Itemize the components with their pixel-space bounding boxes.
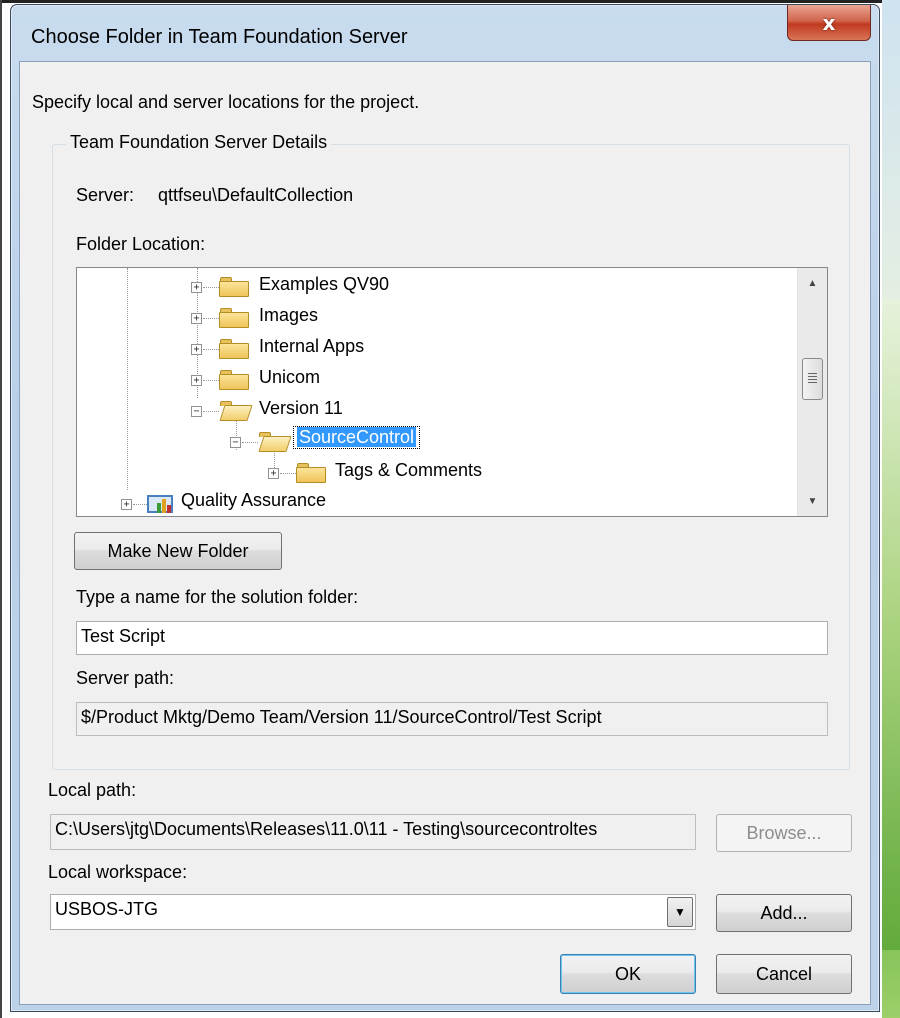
team-project-icon (147, 493, 175, 515)
expand-toggle[interactable]: + (191, 282, 202, 293)
open-folder-icon (258, 432, 292, 452)
folder-icon (296, 463, 326, 483)
folder-icon (219, 370, 249, 390)
background-edge-left (0, 0, 2, 1018)
expand-toggle[interactable]: + (121, 499, 132, 510)
scroll-down-arrow-icon[interactable]: ▼ (798, 486, 827, 516)
selected-item-text: SourceControl (297, 427, 417, 447)
tree-item-images[interactable]: Images (259, 305, 318, 326)
solution-folder-input[interactable]: Test Script (76, 621, 828, 655)
expand-toggle[interactable]: + (191, 375, 202, 386)
server-path-label: Server path: (76, 668, 175, 688)
dialog-title: Choose Folder in Team Foundation Server (31, 26, 408, 48)
scroll-thumb[interactable] (802, 358, 823, 400)
tree-item-internal-apps[interactable]: Internal Apps (259, 336, 364, 357)
server-path-field: $/Product Mktg/Demo Team/Version 11/Sour… (76, 702, 828, 736)
instructions-text: Specify local and server locations for t… (32, 92, 420, 112)
server-value: qttfseu\DefaultCollection (158, 185, 354, 205)
local-workspace-select[interactable]: USBOS-JTG ▼ (50, 894, 696, 930)
tree-item-unicom[interactable]: Unicom (259, 367, 320, 388)
folder-icon (219, 308, 249, 328)
tree-item-tags-comments[interactable]: Tags & Comments (335, 460, 482, 481)
collapse-toggle[interactable]: − (191, 406, 202, 417)
folder-icon (219, 277, 249, 297)
grip-icon (808, 373, 817, 385)
desktop-background (882, 0, 900, 1018)
close-icon: x (822, 10, 836, 35)
title-bar[interactable]: Choose Folder in Team Foundation Server … (11, 5, 879, 61)
close-button[interactable]: x (787, 5, 871, 41)
dialog-client-area: Specify local and server locations for t… (19, 61, 871, 1005)
local-workspace-value: USBOS-JTG (55, 899, 159, 919)
tree-item-examples-qv90[interactable]: Examples QV90 (259, 274, 389, 295)
server-label: Server: (76, 185, 135, 205)
solution-folder-label: Type a name for the solution folder: (76, 587, 359, 607)
scroll-up-arrow-icon[interactable]: ▲ (798, 268, 827, 298)
choose-folder-dialog: Choose Folder in Team Foundation Server … (10, 4, 880, 1012)
local-path-field: C:\Users\jtg\Documents\Releases\11.0\11 … (50, 814, 696, 850)
folder-icon (219, 339, 249, 359)
open-folder-icon (219, 401, 253, 421)
tree-vertical-scrollbar[interactable]: ▲ ▼ (797, 268, 827, 516)
tree-item-sourcecontrol[interactable]: SourceControl (293, 426, 421, 449)
cancel-button[interactable]: Cancel (716, 954, 852, 994)
tfs-details-group-title: Team Foundation Server Details (66, 132, 332, 153)
expand-toggle[interactable]: + (191, 313, 202, 324)
tree-item-quality-assurance[interactable]: Quality Assurance (181, 490, 326, 511)
tree-guide-line (127, 268, 128, 490)
add-workspace-button[interactable]: Add... (716, 894, 852, 932)
local-workspace-label: Local workspace: (48, 862, 188, 882)
background-edge-top (0, 0, 900, 3)
browse-button[interactable]: Browse... (716, 814, 852, 852)
folder-tree[interactable]: + Examples QV90 + Images + Internal Apps… (76, 267, 828, 517)
ok-button[interactable]: OK (560, 954, 696, 994)
expand-toggle[interactable]: + (268, 468, 279, 479)
make-new-folder-button[interactable]: Make New Folder (74, 532, 282, 570)
tree-item-version-11[interactable]: Version 11 (259, 398, 343, 419)
collapse-toggle[interactable]: − (230, 437, 241, 448)
expand-toggle[interactable]: + (191, 344, 202, 355)
local-path-label: Local path: (48, 780, 137, 800)
chevron-down-icon[interactable]: ▼ (667, 897, 693, 927)
folder-location-label: Folder Location: (76, 234, 206, 254)
